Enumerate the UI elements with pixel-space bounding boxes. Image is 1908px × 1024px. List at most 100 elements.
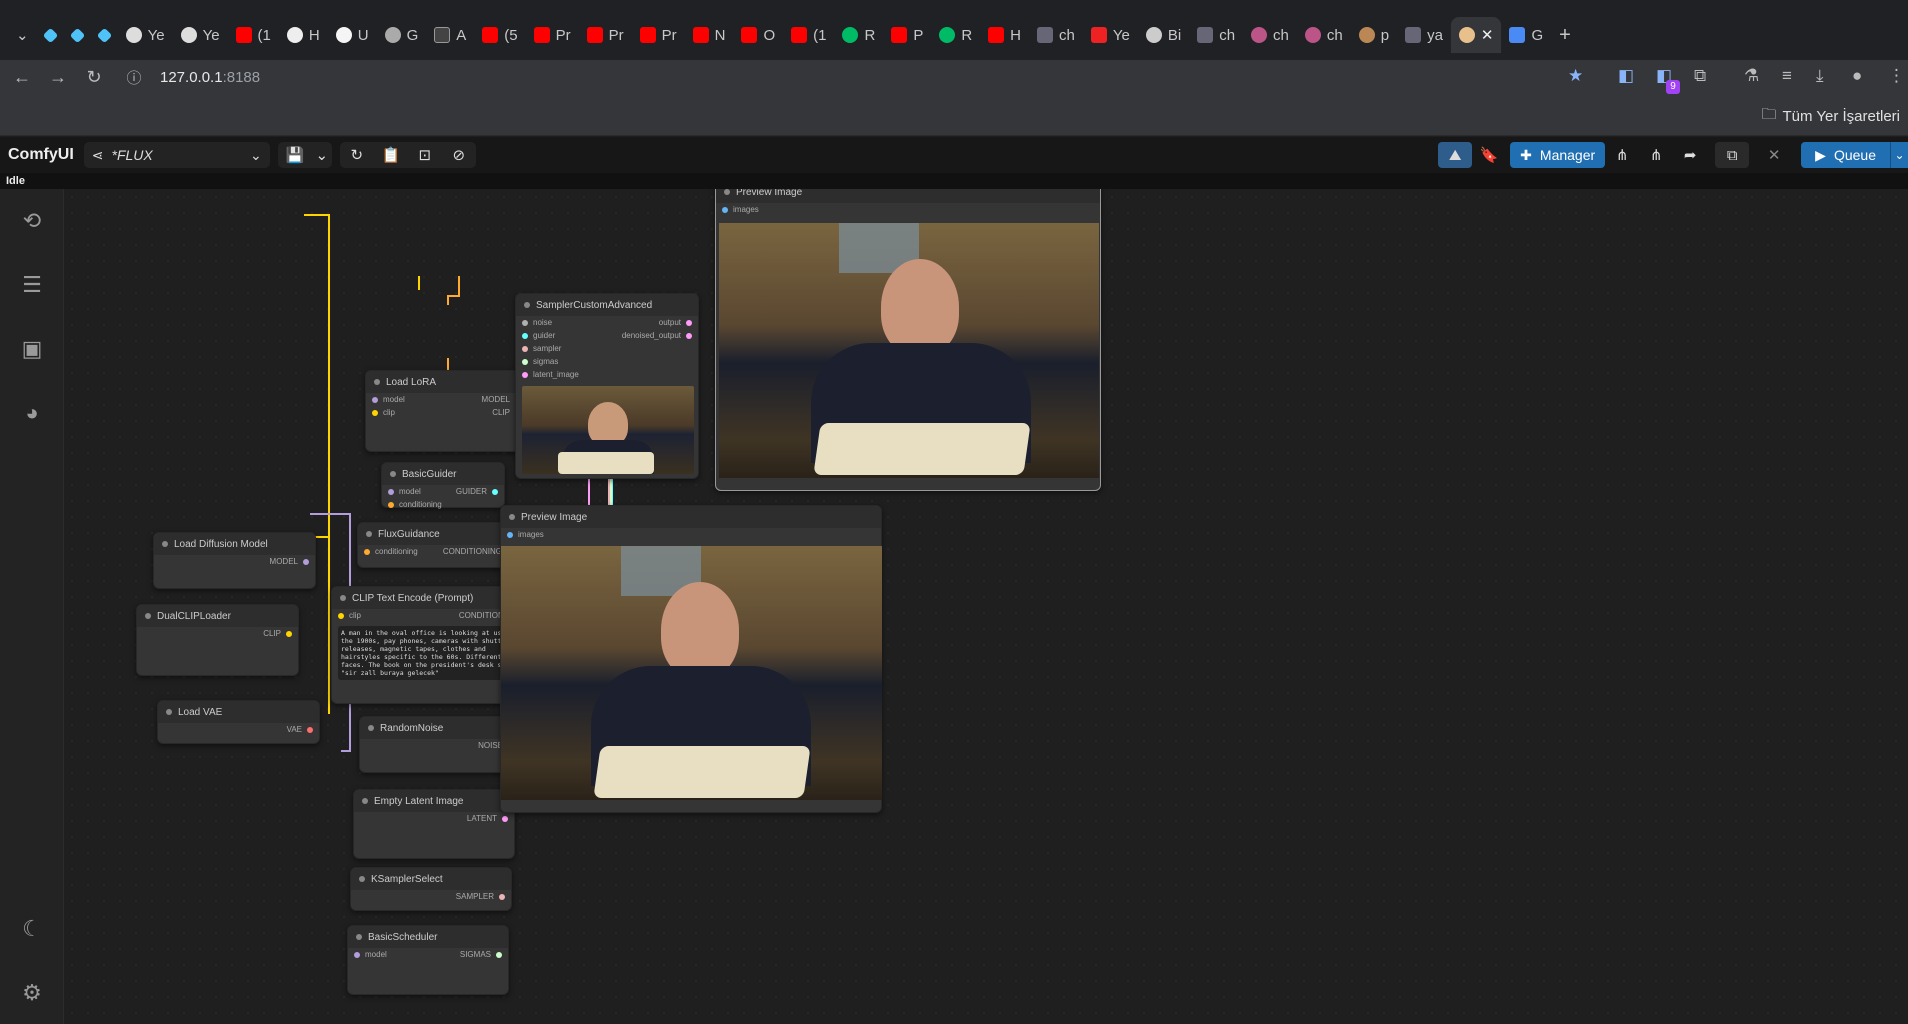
input-slot[interactable]: model — [372, 395, 405, 404]
tab-21[interactable]: Bi — [1138, 17, 1189, 53]
tab-17[interactable]: R — [931, 17, 980, 53]
input-slot[interactable]: sigmas — [522, 357, 558, 366]
node-dual-clip-loader[interactable]: DualCLIPLoader CLIP — [136, 604, 299, 676]
history-icon[interactable]: ⟲ — [18, 207, 46, 235]
profile-icon[interactable]: ● — [1852, 66, 1862, 86]
node-ksampler-select[interactable]: KSamplerSelect SAMPLER — [350, 867, 512, 911]
collapse-dot[interactable] — [724, 189, 730, 195]
tab-7[interactable]: A — [426, 17, 474, 53]
node-load-diffusion-model[interactable]: Load Diffusion Model MODEL — [153, 532, 316, 589]
menu-icon[interactable]: ⋮ — [1888, 66, 1905, 86]
tab-20[interactable]: Ye — [1083, 17, 1138, 53]
tab-18[interactable]: H — [980, 17, 1029, 53]
share-arrow-icon[interactable]: ➦ — [1673, 142, 1707, 168]
input-slot[interactable]: images — [507, 530, 544, 539]
node-empty-latent-image[interactable]: Empty Latent Image LATENT — [353, 789, 515, 859]
save-icon[interactable]: 💾 — [278, 142, 312, 168]
collapse-dot[interactable] — [362, 798, 368, 804]
collapse-dot[interactable] — [145, 613, 151, 619]
bookmark-icon[interactable]: 🔖 — [1472, 142, 1506, 168]
star-icon[interactable]: ★ — [1568, 66, 1583, 86]
output-slot[interactable]: MODEL — [270, 557, 309, 566]
output-slot[interactable]: VAE — [287, 725, 313, 734]
node-sampler-custom-advanced[interactable]: SamplerCustomAdvanced noise output guider… — [515, 293, 699, 479]
stack-icon[interactable]: ⧉ — [1715, 142, 1750, 168]
node-icon[interactable]: ⋔ — [1605, 142, 1639, 168]
input-slot[interactable]: images — [722, 205, 759, 214]
node-flux-guidance[interactable]: FluxGuidance conditioning CONDITIONING — [357, 522, 520, 568]
clipboard-icon[interactable]: 📋 — [374, 142, 408, 168]
url-field[interactable]: 127.0.0.1:8188 — [160, 69, 260, 86]
node-preview-image-1[interactable]: Preview Image images — [715, 189, 1101, 491]
tab-pinned-1[interactable] — [37, 17, 64, 53]
queue-list-icon[interactable]: ☰ — [18, 271, 46, 299]
tab-5[interactable]: U — [328, 17, 377, 53]
gear-icon[interactable]: ⚙ — [18, 979, 46, 1007]
node-basic-guider[interactable]: BasicGuider model GUIDER conditioning — [381, 462, 505, 509]
tab-23[interactable]: ch — [1243, 17, 1297, 53]
collapse-dot[interactable] — [359, 876, 365, 882]
flask-icon[interactable]: ⚗ — [1744, 66, 1759, 86]
output-slot[interactable]: denoised_output — [622, 331, 692, 340]
tab-2[interactable]: Ye — [173, 17, 228, 53]
output-slot[interactable]: SAMPLER — [456, 892, 505, 901]
node-load-vae[interactable]: Load VAE VAE — [157, 700, 320, 744]
collapse-dot[interactable] — [374, 379, 380, 385]
input-slot[interactable]: noise — [522, 318, 552, 327]
tab-12[interactable]: N — [685, 17, 734, 53]
download-icon[interactable]: ⤓ — [1816, 66, 1824, 86]
node-random-noise[interactable]: RandomNoise NOISE — [359, 716, 521, 773]
tab-4[interactable]: H — [279, 17, 328, 53]
collapse-dot[interactable] — [390, 471, 396, 477]
collapse-dot[interactable] — [366, 531, 372, 537]
output-slot[interactable]: LATENT — [467, 814, 508, 823]
queue-button[interactable]: ▶ Queue — [1801, 142, 1890, 168]
manager-button[interactable]: ✚ Manager — [1510, 142, 1606, 168]
tab-pinned-3[interactable] — [91, 17, 118, 53]
refresh-icon[interactable]: ↻ — [340, 142, 374, 168]
chevron-down-icon[interactable]: ⌄ — [312, 142, 332, 168]
tab-26[interactable]: ya — [1397, 17, 1451, 53]
output-slot[interactable]: GUIDER — [456, 487, 498, 496]
collapse-dot[interactable] — [368, 725, 374, 731]
fit-view-icon[interactable]: ⊡ — [408, 142, 442, 168]
input-slot[interactable]: clip — [372, 408, 395, 417]
collapse-dot[interactable] — [356, 934, 362, 940]
media-icon[interactable]: ≡ — [1782, 66, 1792, 86]
tab-active[interactable]: ✕ — [1450, 17, 1502, 53]
input-slot[interactable]: clip — [338, 611, 361, 620]
moon-icon[interactable]: ☾ — [18, 915, 46, 943]
tab-16[interactable]: P — [883, 17, 931, 53]
input-slot[interactable]: latent_image — [522, 370, 579, 379]
output-slot[interactable]: SIGMAS — [460, 950, 502, 959]
tab-27[interactable]: G — [1501, 17, 1551, 53]
tab-25[interactable]: p — [1351, 17, 1397, 53]
tab-pinned-2[interactable] — [64, 17, 91, 53]
image-library-icon[interactable]: ▣ — [18, 335, 46, 363]
tab-6[interactable]: G — [377, 17, 427, 53]
collapse-dot[interactable] — [340, 595, 346, 601]
new-tab-button[interactable]: + — [1551, 17, 1579, 53]
forward-icon[interactable]: → — [40, 67, 76, 88]
puzzle-icon[interactable]: ⧉ — [1694, 66, 1706, 86]
node-basic-scheduler[interactable]: BasicScheduler model SIGMAS — [347, 925, 509, 995]
tab-9[interactable]: Pr — [526, 17, 579, 53]
tab-10[interactable]: Pr — [579, 17, 632, 53]
node-canvas[interactable]: Load LoRA model MODEL clip CLIP BasicGuide… — [64, 189, 1908, 1024]
node-load-lora[interactable]: Load LoRA model MODEL clip CLIP — [365, 370, 528, 452]
comfy-mountain-icon[interactable]: ⛰ — [1438, 142, 1473, 168]
tab-8[interactable]: (5 — [474, 17, 525, 53]
input-slot[interactable]: model — [354, 950, 387, 959]
close-icon[interactable]: ✕ — [1481, 26, 1494, 44]
input-slot[interactable]: conditioning — [364, 547, 418, 556]
tab-19[interactable]: ch — [1029, 17, 1083, 53]
tab-11[interactable]: Pr — [632, 17, 685, 53]
queue-options-button[interactable]: ⌄ — [1890, 142, 1908, 168]
collapse-dot[interactable] — [162, 541, 168, 547]
input-slot[interactable]: guider — [522, 331, 555, 340]
tab-22[interactable]: ch — [1189, 17, 1243, 53]
tab-3[interactable]: (1 — [228, 17, 279, 53]
collapse-dot[interactable] — [524, 302, 530, 308]
translate-icon[interactable]: ◧ — [1618, 66, 1634, 86]
tab-24[interactable]: ch — [1297, 17, 1351, 53]
